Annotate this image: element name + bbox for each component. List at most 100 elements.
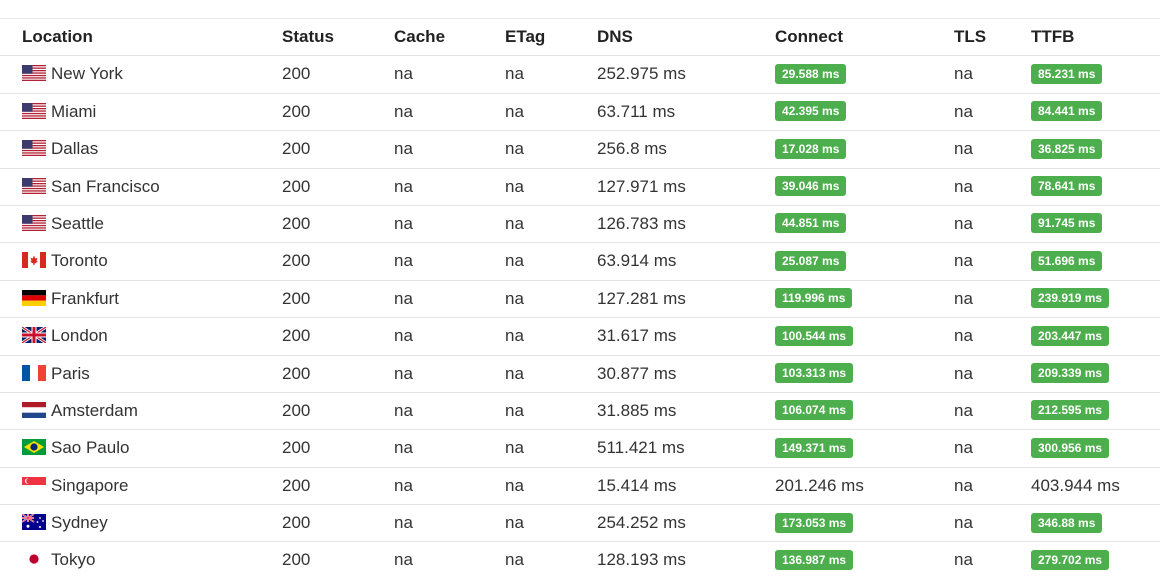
tls-cell: na — [954, 176, 973, 196]
dns-cell: 126.783 ms — [597, 213, 686, 233]
tls-cell: na — [954, 251, 973, 271]
location-name: Sao Paulo — [51, 438, 130, 458]
dns-cell: 30.877 ms — [597, 363, 677, 383]
ttfb-cell: 84.441 ms — [1031, 94, 1103, 130]
location-cell: San Francisco — [22, 169, 160, 205]
location-cell: Miami — [22, 94, 96, 130]
dns-cell: 63.914 ms — [597, 251, 677, 271]
us-flag-icon — [22, 102, 46, 119]
location-cell: Amsterdam — [22, 393, 138, 429]
header-dns[interactable]: DNS — [597, 19, 633, 55]
connect-cell: 173.053 ms — [775, 505, 854, 541]
connect-badge: 103.313 ms — [775, 363, 854, 384]
location-cell: Sao Paulo — [22, 430, 129, 466]
etag-cell: na — [505, 363, 524, 383]
location-cell: Toronto — [22, 243, 108, 279]
table-row: Seattle 200 na na 126.783 ms 44.851 ms na 91.74… — [0, 204, 1160, 242]
tls-cell: na — [954, 475, 973, 495]
ttfb-cell: 212.595 ms — [1031, 393, 1110, 429]
tls-cell: na — [954, 550, 973, 570]
cache-cell: na — [394, 438, 413, 458]
ttfb-badge: 239.919 ms — [1031, 288, 1110, 309]
location-cell: Frankfurt — [22, 281, 119, 317]
performance-table: Location Status Cache ETag DNS Connect T… — [0, 18, 1160, 579]
header-etag[interactable]: ETag — [505, 19, 545, 55]
table-row: Toronto 200 na na 63.914 ms 25.087 ms na 51.696… — [0, 242, 1160, 279]
connect-badge: 119.996 ms — [775, 288, 853, 309]
etag-cell: na — [505, 64, 524, 84]
dns-cell: 127.971 ms — [597, 176, 686, 196]
location-cell: Dallas — [22, 131, 98, 167]
br-flag-icon — [22, 439, 46, 456]
dns-cell: 128.193 ms — [597, 550, 686, 570]
cache-cell: na — [394, 513, 413, 533]
location-name: London — [51, 326, 108, 346]
connect-cell: 106.074 ms — [775, 393, 854, 429]
location-name: Frankfurt — [51, 288, 120, 308]
location-name: San Francisco — [51, 176, 160, 196]
etag-cell: na — [505, 438, 524, 458]
connect-badge: 25.087 ms — [775, 250, 847, 271]
status-cell: 200 — [282, 251, 311, 271]
tls-cell: na — [954, 139, 973, 159]
status-cell: 200 — [282, 288, 311, 308]
fr-flag-icon — [22, 364, 46, 381]
status-cell: 200 — [282, 213, 311, 233]
tls-cell: na — [954, 513, 973, 533]
status-cell: 200 — [282, 139, 311, 159]
ttfb-badge: 203.447 ms — [1031, 325, 1110, 346]
table-row: Amsterdam 200 na na 31.885 ms 106.074 ms na 212… — [0, 391, 1160, 429]
header-location[interactable]: Location — [22, 19, 93, 55]
status-cell: 200 — [282, 176, 311, 196]
cache-cell: na — [394, 101, 413, 121]
header-connect[interactable]: Connect — [775, 19, 843, 55]
connect-badge: 42.395 ms — [775, 101, 847, 122]
dns-cell: 511.421 ms — [597, 438, 685, 458]
cache-cell: na — [394, 326, 413, 346]
dns-cell: 254.252 ms — [597, 513, 686, 533]
connect-cell: 25.087 ms — [775, 243, 847, 279]
table-row: Paris 200 na na 30.877 ms 103.313 ms na 209.339… — [0, 354, 1160, 392]
header-ttfb[interactable]: TTFB — [1031, 19, 1074, 55]
cache-cell: na — [394, 363, 413, 383]
ttfb-cell: 300.956 ms — [1031, 430, 1110, 466]
header-tls[interactable]: TLS — [954, 19, 986, 55]
ttfb-cell: 78.641 ms — [1031, 169, 1103, 205]
connect-cell: 201.246 ms — [775, 475, 864, 495]
table-row: New York 200 na na 252.975 ms 29.588 ms na 85.2… — [0, 55, 1160, 92]
location-name: Dallas — [51, 139, 99, 159]
table-row: Sydney 200 na na 254.252 ms 173.053 ms na 346.8… — [0, 504, 1160, 541]
connect-cell: 103.313 ms — [775, 356, 854, 392]
tls-cell: na — [954, 326, 973, 346]
ttfb-badge: 51.696 ms — [1031, 250, 1103, 271]
status-cell: 200 — [282, 513, 311, 533]
connect-cell: 149.371 ms — [775, 430, 854, 466]
ttfb-badge: 36.825 ms — [1031, 138, 1103, 159]
jp-flag-icon — [22, 551, 46, 568]
connect-badge: 100.544 ms — [775, 325, 854, 346]
dns-cell: 31.617 ms — [597, 326, 677, 346]
connect-badge: 39.046 ms — [775, 176, 847, 197]
connect-badge: 44.851 ms — [775, 213, 847, 234]
header-status[interactable]: Status — [282, 19, 334, 55]
cache-cell: na — [394, 251, 413, 271]
dns-cell: 256.8 ms — [597, 139, 667, 159]
status-cell: 200 — [282, 475, 311, 495]
ttfb-cell: 346.88 ms — [1031, 505, 1103, 541]
cache-cell: na — [394, 139, 413, 159]
us-flag-icon — [22, 177, 46, 194]
dns-cell: 252.975 ms — [597, 64, 686, 84]
ttfb-cell: 239.919 ms — [1031, 281, 1110, 317]
cache-cell: na — [394, 550, 413, 570]
etag-cell: na — [505, 176, 524, 196]
tls-cell: na — [954, 213, 973, 233]
ttfb-cell: 91.745 ms — [1031, 206, 1103, 242]
dns-cell: 127.281 ms — [597, 288, 686, 308]
de-flag-icon — [22, 289, 46, 306]
cache-cell: na — [394, 213, 413, 233]
ttfb-cell: 85.231 ms — [1031, 56, 1103, 92]
ttfb-badge: 346.88 ms — [1031, 512, 1103, 533]
header-cache[interactable]: Cache — [394, 19, 445, 55]
tls-cell: na — [954, 64, 973, 84]
tls-cell: na — [954, 438, 973, 458]
